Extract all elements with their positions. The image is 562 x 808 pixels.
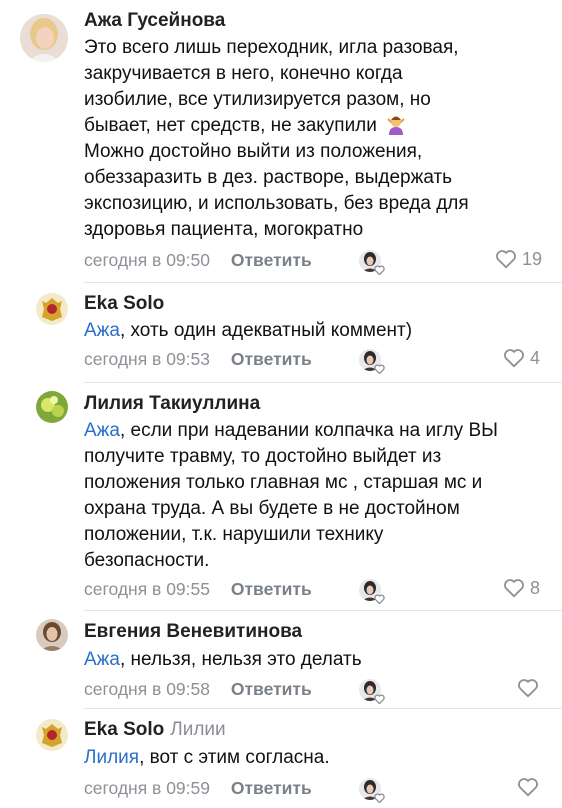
heart-icon <box>495 249 522 269</box>
author-name[interactable]: Ажа Гусейнова <box>84 10 225 32</box>
reply-to-name[interactable]: Лилии <box>170 719 225 740</box>
comment-line: Можно достойно выйти из положения, <box>84 141 423 162</box>
comment-line: положения только главная мс , старшая мс… <box>84 472 483 493</box>
heart-icon <box>503 578 530 598</box>
comment-line: охрана труда. А вы будете в не достойном <box>84 498 460 519</box>
liked-heart-icon <box>374 361 385 379</box>
mention-link[interactable]: Лилия <box>84 747 139 768</box>
reply-button[interactable]: Ответить <box>231 679 312 699</box>
comment-line: изобилие, все утилизируется разом, но <box>84 89 431 110</box>
like-button[interactable] <box>517 678 539 699</box>
author-name[interactable]: Евгения Веневитинова <box>84 621 302 643</box>
avatar[interactable] <box>36 619 68 651</box>
comment-text: Ажа, хоть один адекватный коммент) <box>84 318 412 344</box>
like-button[interactable]: 4 <box>503 348 540 369</box>
comment-line: , хоть один адекватный коммент) <box>119 320 413 341</box>
timestamp: сегодня в 09:59 <box>84 778 210 798</box>
author-name[interactable]: Eka Solo <box>84 293 164 315</box>
liked-heart-icon <box>374 262 385 280</box>
comment-line: безопасности. <box>84 550 210 571</box>
timestamp: сегодня в 09:53 <box>84 349 210 369</box>
comment-footer: сегодня в 09:55 Ответить <box>84 579 312 600</box>
comment-footer: сегодня в 09:58 Ответить <box>84 679 312 700</box>
liked-heart-icon <box>374 790 385 808</box>
like-count: 4 <box>530 348 541 368</box>
like-button[interactable]: 19 <box>495 249 542 270</box>
comment-line: обеззаразить в дез. растворе, выдержать <box>84 167 453 188</box>
timestamp: сегодня в 09:58 <box>84 679 210 699</box>
reply-button[interactable]: Ответить <box>231 349 312 369</box>
comment-line: положении, т.к. нарушили технику <box>84 524 384 545</box>
author-name-text: Eka Solo <box>84 719 165 740</box>
heart-icon <box>517 777 539 797</box>
mention-link[interactable]: Ажа <box>84 649 120 670</box>
comment-line: здоровья пациента, могократно <box>84 219 364 240</box>
comment-line: закручивается в него, конечно когда <box>84 63 403 84</box>
comment-line: , вот с этим согласна. <box>139 747 330 768</box>
comment-line: , если при надевании колпачка на иглу ВЫ <box>119 420 498 441</box>
comment-line: экспозицию, и использовать, без вреда дл… <box>84 193 469 214</box>
heart-icon <box>517 678 539 698</box>
comment-line: , нельзя, нельзя это делать <box>119 649 362 670</box>
reply-button[interactable]: Ответить <box>231 778 312 798</box>
avatar[interactable] <box>20 14 68 62</box>
liked-heart-icon <box>374 591 385 609</box>
avatar[interactable] <box>36 391 68 423</box>
timestamp: сегодня в 09:50 <box>84 250 210 270</box>
comment-footer: сегодня в 09:53 Ответить <box>84 349 312 370</box>
like-button[interactable] <box>517 777 539 798</box>
comment-footer: сегодня в 09:50 Ответить <box>84 250 312 271</box>
comment-line: бывает, нет средств, не закупили <box>84 115 377 136</box>
timestamp: сегодня в 09:55 <box>84 579 210 599</box>
mention-link[interactable]: Ажа <box>84 320 120 341</box>
comment-text: Лилия, вот с этим согласна. <box>84 745 330 771</box>
comment-item: Eka Solo Лилии Лилия, вот с этим согласна… <box>0 709 562 804</box>
comment-item: Ажа Гусейнова Это всего лишь переходник,… <box>0 0 562 285</box>
like-count: 19 <box>522 249 543 269</box>
reply-button[interactable]: Ответить <box>231 250 312 270</box>
comment-line: получите травму, то достойно выйдет из <box>84 446 442 467</box>
comment-item: Лилия Такиуллина Ажа, если при надевании… <box>0 383 562 611</box>
comment-line-with-mention: Ажа, если при надевании колпачка на иглу… <box>84 418 498 444</box>
avatar[interactable] <box>36 293 68 325</box>
like-button[interactable]: 8 <box>503 578 540 599</box>
comment-text: Ажа, нельзя, нельзя это делать <box>84 647 362 673</box>
comment-line: Это всего лишь переходник, игла разовая, <box>84 37 459 58</box>
comment-item: Eka Solo Ажа, хоть один адекватный комме… <box>0 285 562 383</box>
divider <box>84 282 562 283</box>
author-name[interactable]: Eka Solo Лилии <box>84 719 226 741</box>
reply-button[interactable]: Ответить <box>231 579 312 599</box>
mention-link[interactable]: Ажа <box>84 420 120 441</box>
comment-item: Евгения Веневитинова Ажа, нельзя, нельзя… <box>0 611 562 709</box>
avatar[interactable] <box>36 719 68 751</box>
heart-icon <box>503 348 530 368</box>
author-name[interactable]: Лилия Такиуллина <box>84 393 260 415</box>
comment-footer: сегодня в 09:59 Ответить <box>84 778 312 799</box>
like-count: 8 <box>530 578 541 598</box>
liked-heart-icon <box>374 691 385 709</box>
